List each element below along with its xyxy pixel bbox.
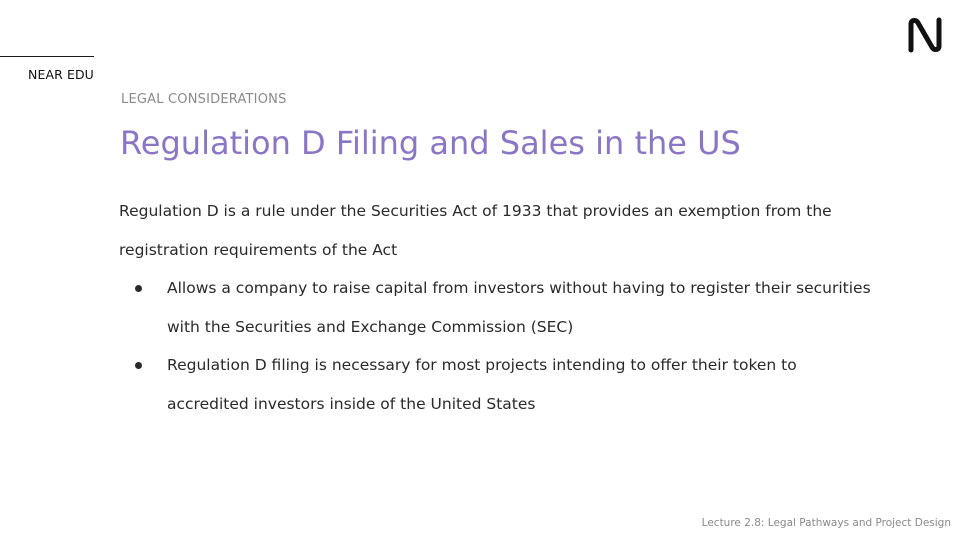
bullet-list: Allows a company to raise capital from i… (119, 269, 879, 423)
brand-label: NEAR EDU (28, 67, 94, 82)
near-logo-icon (906, 17, 944, 53)
slide-title: Regulation D Filing and Sales in the US (120, 124, 741, 162)
bullet-text: Regulation D filing is necessary for mos… (167, 356, 797, 413)
bullet-item: Allows a company to raise capital from i… (119, 269, 879, 346)
lecture-footer: Lecture 2.8: Legal Pathways and Project … (701, 517, 951, 529)
bullet-item: Regulation D filing is necessary for mos… (119, 346, 879, 423)
bullet-dot-icon (135, 285, 142, 292)
bullet-dot-icon (135, 362, 142, 369)
intro-paragraph: Regulation D is a rule under the Securit… (119, 202, 832, 259)
bullet-text: Allows a company to raise capital from i… (167, 279, 871, 336)
brand-divider (0, 56, 94, 57)
section-label: LEGAL CONSIDERATIONS (121, 92, 287, 107)
